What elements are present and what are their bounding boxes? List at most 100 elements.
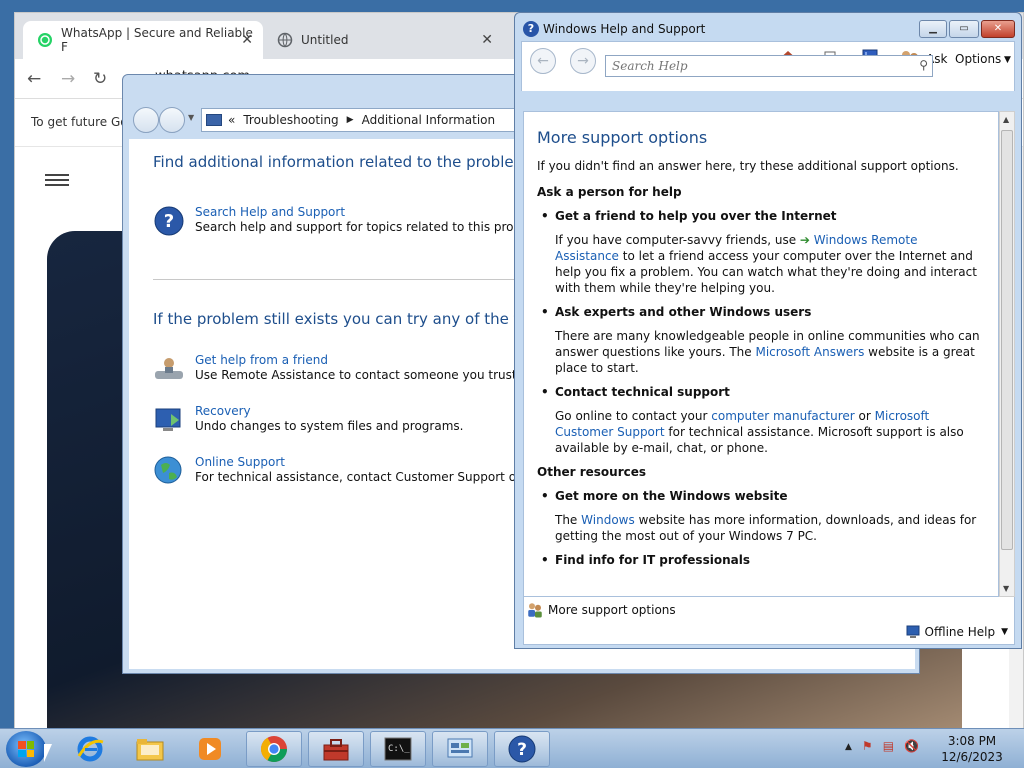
tab-label: Untitled <box>301 33 349 47</box>
taskbar-chrome[interactable] <box>246 731 302 767</box>
svg-text:?: ? <box>164 211 174 232</box>
search-icon[interactable]: ⚲ <box>919 58 928 72</box>
website-paragraph: The Windows website has more information… <box>537 512 984 544</box>
taskbar: C:\_ ? ▲ ⚑ ▤ 🔇 3:08 PM 12/6/2023 <box>0 728 1024 768</box>
computer-icon <box>906 625 920 638</box>
mouse-cursor-icon <box>44 744 52 762</box>
microsoft-answers-link[interactable]: Microsoft Answers <box>755 345 864 359</box>
friend-text-2: to let a friend access your computer ove… <box>555 249 977 295</box>
back-icon[interactable]: ← <box>27 69 41 89</box>
content-heading: More support options <box>537 128 708 147</box>
offline-help-button[interactable]: Offline Help ▼ <box>905 625 1008 639</box>
search-help-item[interactable]: ? Search Help and Support Search help an… <box>153 205 547 237</box>
forward-button[interactable] <box>159 107 185 133</box>
bullet-experts: Ask experts and other Windows users <box>537 304 984 320</box>
media-player-icon <box>199 738 221 760</box>
search-help-box[interactable]: ⚲ <box>605 55 933 77</box>
content-intro: If you didn't find an answer here, try t… <box>537 159 959 173</box>
options-dropdown-icon[interactable]: ▼ <box>1004 55 1011 65</box>
clock-time: 3:08 PM <box>947 734 997 748</box>
taskbar-control-panel[interactable] <box>432 731 488 767</box>
scroll-up-icon[interactable]: ▲ <box>1003 115 1009 124</box>
help-icon: ? <box>508 735 536 763</box>
breadcrumb-additional-info[interactable]: Additional Information <box>362 113 496 127</box>
reload-icon[interactable]: ↻ <box>93 69 107 89</box>
forward-icon[interactable]: → <box>61 69 75 89</box>
chrome-icon <box>260 736 288 763</box>
bullet-website: Get more on the Windows website <box>537 488 984 504</box>
get-help-friend-link[interactable]: Get help from a friend <box>195 353 567 368</box>
close-tab-icon[interactable]: ✕ <box>241 32 253 48</box>
offline-help-label: Offline Help <box>924 625 996 639</box>
forward-button[interactable]: → <box>570 48 596 74</box>
internet-explorer-icon <box>77 736 104 762</box>
search-help-link[interactable]: Search Help and Support <box>195 205 547 220</box>
tab-untitled[interactable]: Untitled ✕ <box>263 21 503 59</box>
breadcrumb-prefix: « <box>228 113 236 127</box>
show-hidden-icons-icon[interactable]: ▲ <box>845 739 852 753</box>
windows-website-link[interactable]: Windows <box>581 513 635 527</box>
taskbar-explorer[interactable] <box>122 731 178 767</box>
close-button[interactable]: ✕ <box>981 20 1015 38</box>
online-support-item[interactable]: Online Support For technical assistance,… <box>153 455 549 487</box>
friend-text-1: If you have computer-savvy friends, use <box>555 233 797 247</box>
help-icon: ? <box>523 21 539 37</box>
taskbar-toolbox[interactable] <box>308 731 364 767</box>
scroll-thumb[interactable] <box>1001 130 1013 550</box>
computer-manufacturer-link[interactable]: computer manufacturer <box>711 409 854 423</box>
menu-icon[interactable] <box>45 171 69 189</box>
recovery-desc: Undo changes to system files and program… <box>195 419 464 433</box>
taskbar-ie[interactable] <box>62 731 118 767</box>
system-tray: ▲ ⚑ ▤ 🔇 <box>845 739 919 753</box>
clock-date: 12/6/2023 <box>941 750 1003 764</box>
recent-pages-icon[interactable]: ▼ <box>188 113 194 122</box>
help-and-support-window: ? Windows Help and Support ▁ ▭ ✕ ← → Ask… <box>514 12 1022 649</box>
tab-label: WhatsApp | Secure and Reliable F <box>61 26 253 54</box>
help-scrollbar[interactable]: ▲ ▼ <box>999 111 1015 597</box>
help-footer: More support options Offline Help ▼ <box>523 597 1015 645</box>
tab-whatsapp[interactable]: WhatsApp | Secure and Reliable F ✕ <box>23 21 263 59</box>
title-bar[interactable]: ? Windows Help and Support ▁ ▭ ✕ <box>515 13 1021 43</box>
taskbar-media-player[interactable] <box>182 731 238 767</box>
control-panel-icon <box>447 738 473 758</box>
contact-paragraph: Go online to contact your computer manuf… <box>537 408 984 456</box>
globe-icon <box>154 456 182 484</box>
minimize-button[interactable]: ▁ <box>919 20 947 38</box>
taskbar-help[interactable]: ? <box>494 731 550 767</box>
recovery-item[interactable]: Recovery Undo changes to system files an… <box>153 404 463 436</box>
offline-help-dropdown-icon[interactable]: ▼ <box>1001 627 1008 637</box>
volume-icon[interactable]: 🔇 <box>904 739 919 753</box>
folder-icon <box>136 739 164 761</box>
people-icon <box>528 603 542 618</box>
breadcrumb-troubleshooting[interactable]: Troubleshooting <box>243 113 338 127</box>
svg-text:C:\_: C:\_ <box>388 744 410 754</box>
online-support-link[interactable]: Online Support <box>195 455 549 470</box>
scroll-down-icon[interactable]: ▼ <box>1003 584 1009 593</box>
get-help-friend-item[interactable]: Get help from a friend Use Remote Assist… <box>153 353 567 385</box>
clock[interactable]: 3:08 PM 12/6/2023 <box>932 733 1012 765</box>
network-icon[interactable]: ▤ <box>883 739 894 753</box>
website-text-1: The <box>555 513 578 527</box>
maximize-button[interactable]: ▭ <box>949 20 979 38</box>
options-button[interactable]: Options <box>955 52 1001 66</box>
toolbox-icon <box>323 739 349 761</box>
remote-assistance-icon <box>155 358 183 379</box>
search-help-input[interactable] <box>606 56 896 76</box>
close-tab-icon[interactable]: ✕ <box>481 32 493 48</box>
recovery-link[interactable]: Recovery <box>195 404 463 419</box>
section-ask-person: Ask a person for help <box>537 185 682 199</box>
bullet-it-pros: Find info for IT professionals <box>537 552 984 568</box>
heading-find-info: Find additional information related to t… <box>153 153 533 171</box>
breadcrumb[interactable]: « Troubleshooting ▶ Additional Informati… <box>201 108 521 132</box>
breadcrumb-arrow-icon: ▶ <box>346 115 354 125</box>
back-button[interactable] <box>133 107 159 133</box>
taskbar-cmd[interactable]: C:\_ <box>370 731 426 767</box>
start-button[interactable] <box>6 731 46 767</box>
action-center-icon[interactable]: ⚑ <box>862 739 873 753</box>
more-support-options-button[interactable]: More support options <box>526 601 676 619</box>
get-help-friend-desc: Use Remote Assistance to contact someone… <box>195 368 567 382</box>
info-bar-text: To get future Go <box>31 115 128 129</box>
divider <box>153 279 533 280</box>
window-title: Windows Help and Support <box>543 22 706 36</box>
back-button[interactable]: ← <box>530 48 556 74</box>
